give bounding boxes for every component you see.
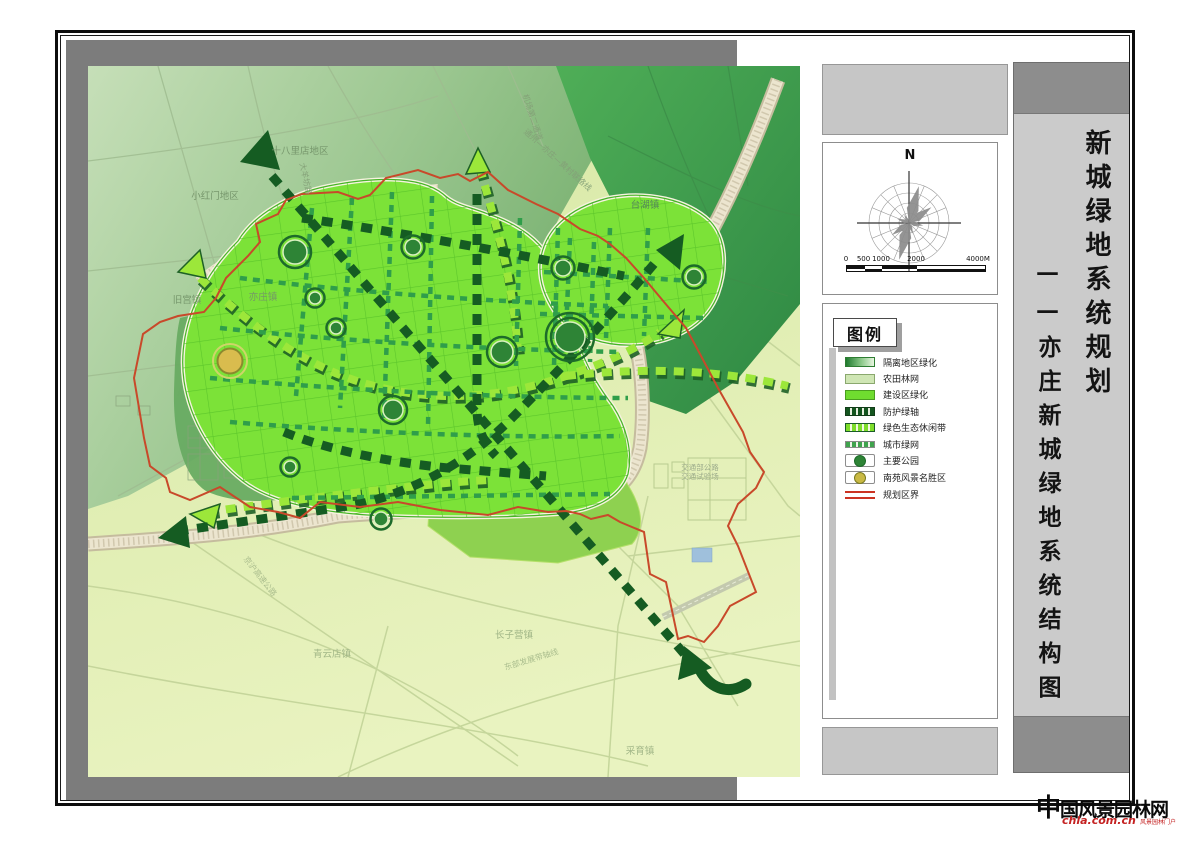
sheet-frame (55, 30, 1135, 806)
watermark: 中国风景园林网 chla.com.cn 风景园林门户 (1036, 788, 1190, 838)
watermark-tagline: 风景园林门户 (1140, 817, 1176, 826)
watermark-url: chla.com.cn (1062, 814, 1136, 827)
planning-map-sheet: 十八里店地区 小红门地区 旧宫镇 亦庄镇 台湖镇 青云店镇 长子营镇 采育镇 交… (0, 0, 1191, 842)
watermark-logo: 中 (1036, 793, 1060, 822)
sheet-frame-inner-line (60, 35, 1130, 801)
